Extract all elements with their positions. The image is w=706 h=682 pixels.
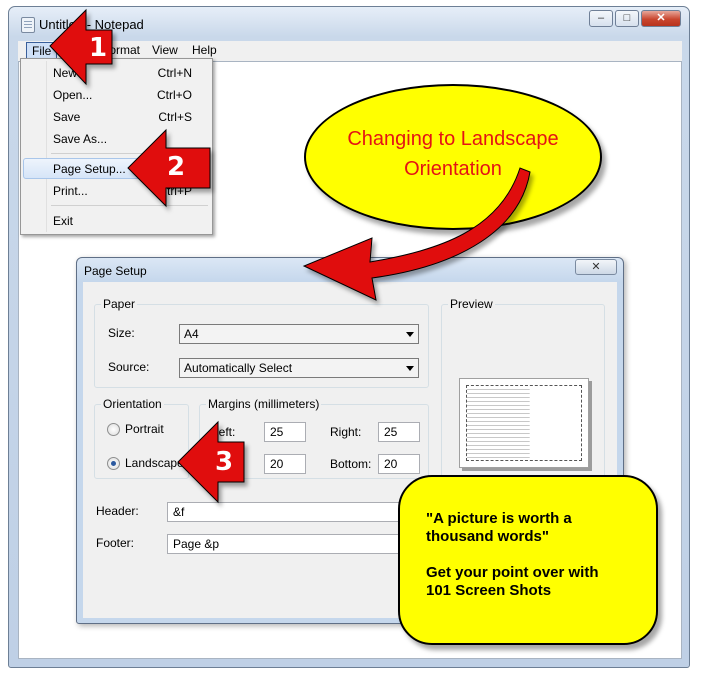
margins-group-label: Margins (millimeters) (206, 397, 322, 411)
note-line-1: "A picture is worth a (426, 510, 572, 527)
chevron-down-icon (406, 332, 414, 337)
callout-line-2: Orientation (404, 158, 502, 180)
landscape-label: Landscape (125, 456, 184, 470)
menu-item-save-as[interactable]: Save As... (53, 132, 107, 146)
size-label: Size: (108, 326, 135, 340)
footer-field[interactable]: Page &p (167, 534, 407, 554)
shortcut-print: Ctrl+P (158, 184, 192, 198)
left-margin-field[interactable]: 25 (264, 422, 306, 442)
dialog-title: Page Setup (84, 264, 147, 278)
shortcut-save: Ctrl+S (158, 110, 192, 124)
header-field[interactable]: &f (167, 502, 407, 522)
file-dropdown-menu: New Ctrl+N Open... Ctrl+O Save Ctrl+S Sa… (20, 58, 213, 235)
menu-item-page-setup[interactable]: Page Setup... (53, 162, 126, 176)
shortcut-open: Ctrl+O (156, 88, 192, 102)
source-label: Source: (108, 360, 150, 374)
margins-group: Margins (millimeters) Left: 25 Right: 25… (199, 397, 429, 479)
source-select[interactable]: Automatically Select (179, 358, 419, 378)
shortcut-new: Ctrl+N (157, 66, 192, 80)
step-3-number: 3 (215, 447, 234, 477)
preview-text-lines (466, 385, 582, 461)
menu-help[interactable]: Help (192, 43, 217, 57)
orientation-group: Orientation Portrait Landscape (94, 397, 189, 479)
right-margin-field[interactable]: 25 (378, 422, 420, 442)
right-margin-label: Right: (330, 425, 362, 439)
portrait-radio[interactable] (107, 423, 120, 436)
menu-format[interactable]: Format (102, 43, 140, 57)
callout-line-1: Changing to Landscape (347, 128, 559, 150)
window-controls: – □ ✕ (589, 10, 681, 27)
bottom-margin-field[interactable]: 20 (378, 454, 420, 474)
preview-group-label: Preview (448, 297, 495, 311)
header-label: Header: (96, 504, 139, 518)
footer-label: Footer: (96, 536, 135, 550)
bottom-margin-label: Bottom: (330, 457, 372, 471)
menu-item-print[interactable]: Print... (53, 184, 88, 198)
chevron-down-icon (406, 366, 414, 371)
maximize-button[interactable]: □ (615, 10, 639, 27)
menu-separator (51, 205, 208, 206)
portrait-label: Portrait (125, 422, 164, 436)
menu-item-save[interactable]: Save (53, 110, 80, 124)
menu-item-open[interactable]: Open... (53, 88, 92, 102)
top-margin-field[interactable]: 20 (264, 454, 306, 474)
notepad-icon (21, 17, 35, 33)
orientation-group-label: Orientation (101, 397, 164, 411)
note-line-2: thousand words" (426, 528, 549, 545)
preview-page (459, 378, 589, 468)
callout-bubble-text: Changing to Landscape Orientation (306, 124, 600, 184)
step-1-number: 1 (89, 33, 108, 63)
window-title: Untitled - Notepad (39, 17, 144, 32)
menu-edit[interactable]: Edit (64, 43, 85, 57)
dialog-close-button[interactable]: ✕ (575, 259, 617, 275)
menu-view[interactable]: View (152, 43, 178, 57)
paper-group-label: Paper (101, 297, 138, 311)
promo-note: "A picture is worth a thousand words" Ge… (398, 475, 658, 645)
size-select-value: A4 (184, 327, 199, 341)
callout-bubble: Changing to Landscape Orientation (304, 84, 602, 230)
note-line-4: 101 Screen Shots (426, 582, 552, 599)
left-margin-label: Left: (212, 425, 236, 439)
minimize-button[interactable]: – (589, 10, 613, 27)
menu-item-new[interactable]: New (53, 66, 77, 80)
note-line-3: Get your point over with (426, 564, 599, 581)
source-select-value: Automatically Select (184, 361, 293, 375)
paper-group: Paper Size: A4 Source: Automatically Sel… (94, 297, 429, 388)
step-2-number: 2 (167, 152, 186, 182)
menu-item-exit[interactable]: Exit (53, 214, 73, 228)
size-select[interactable]: A4 (179, 324, 419, 344)
landscape-radio[interactable] (107, 457, 120, 470)
close-button[interactable]: ✕ (641, 10, 681, 27)
